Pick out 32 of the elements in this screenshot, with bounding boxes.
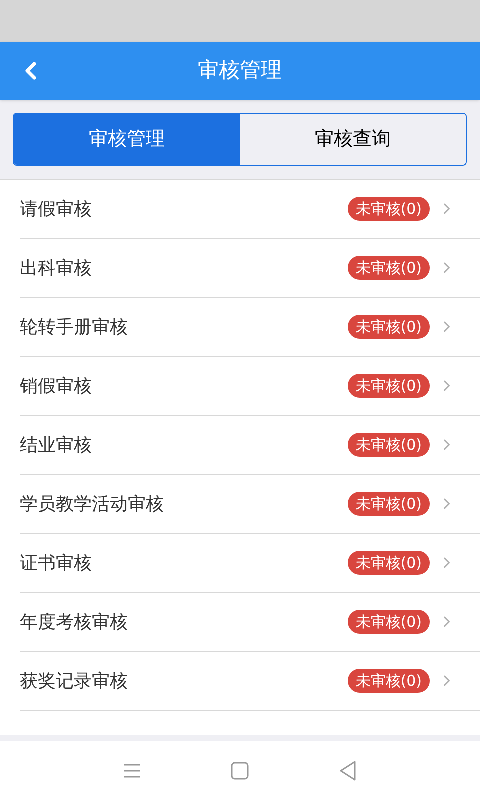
status-badge: 未审核(0) (348, 551, 430, 575)
status-badge: 未审核(0) (348, 492, 430, 516)
list-item[interactable]: 证书审核 未审核(0) (20, 534, 480, 593)
status-badge: 未审核(0) (348, 610, 430, 634)
page-title: 审核管理 (198, 57, 282, 84)
item-label: 学员教学活动审核 (20, 492, 164, 516)
tab[interactable]: 审核管理 (14, 114, 240, 165)
status-badge: 未审核(0) (348, 374, 430, 398)
status-badge: 未审核(0) (348, 197, 430, 221)
list-item[interactable]: 年度考核审核 未审核(0) (20, 593, 480, 652)
item-label: 年度考核审核 (20, 610, 128, 634)
status-badge: 未审核(0) (348, 669, 430, 693)
back-triangle-icon[interactable] (339, 760, 357, 780)
list-item[interactable]: 轮转手册审核 未审核(0) (20, 298, 480, 357)
menu-icon[interactable] (123, 762, 141, 778)
item-label: 出科审核 (20, 256, 92, 280)
item-label: 请假审核 (20, 198, 92, 222)
status-badge: 未审核(0) (348, 256, 430, 280)
list-item[interactable]: 出科审核 未审核(0) (20, 239, 480, 298)
list-item[interactable]: 销假审核 未审核(0) (20, 357, 480, 416)
list-item[interactable]: 学员教学活动审核 未审核(0) (20, 475, 480, 534)
item-label: 证书审核 (20, 552, 92, 576)
list-item[interactable]: 请假审核 未审核(0) (20, 180, 480, 239)
home-icon[interactable] (231, 762, 249, 780)
item-label: 销假审核 (20, 374, 92, 398)
status-badge: 未审核(0) (348, 315, 430, 339)
status-badge: 未审核(0) (348, 433, 430, 457)
list-item[interactable]: 获奖记录审核 未审核(0) (20, 652, 480, 711)
item-label: 轮转手册审核 (20, 316, 128, 340)
list-item[interactable]: 结业审核 未审核(0) (20, 416, 480, 475)
item-label: 获奖记录审核 (20, 670, 128, 694)
item-label: 结业审核 (20, 434, 92, 458)
